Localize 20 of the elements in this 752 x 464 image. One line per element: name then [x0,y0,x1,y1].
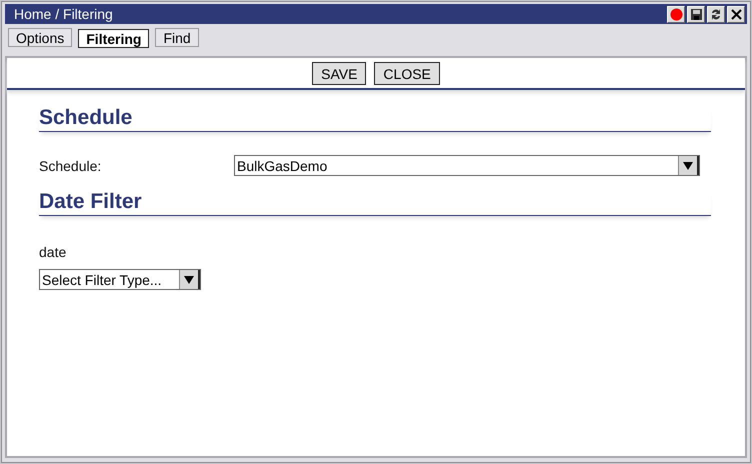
refresh-button[interactable] [707,6,725,22]
refresh-icon [710,8,722,20]
tab[interactable]: Find [155,28,199,47]
dropdown-field[interactable]: Select Filter Type... [39,269,201,290]
toolbar-button[interactable]: CLOSE [374,62,440,85]
tab[interactable]: Options [8,28,72,47]
field-label: date [39,244,68,260]
close-icon [730,8,742,20]
save-button[interactable] [687,6,705,22]
field-label: Schedule: [39,158,102,174]
save-icon [690,8,702,20]
record-button[interactable] [667,6,685,22]
window-title: Home / Filtering [14,6,113,22]
tab[interactable]: Filtering [78,29,150,48]
dropdown-field[interactable]: BulkGasDemo [234,155,700,176]
section-heading: Date Filter [39,190,711,216]
close-button[interactable] [727,6,745,22]
record-icon [670,8,682,20]
section-heading: Schedule [39,106,711,132]
toolbar-button[interactable]: SAVE [312,62,366,85]
